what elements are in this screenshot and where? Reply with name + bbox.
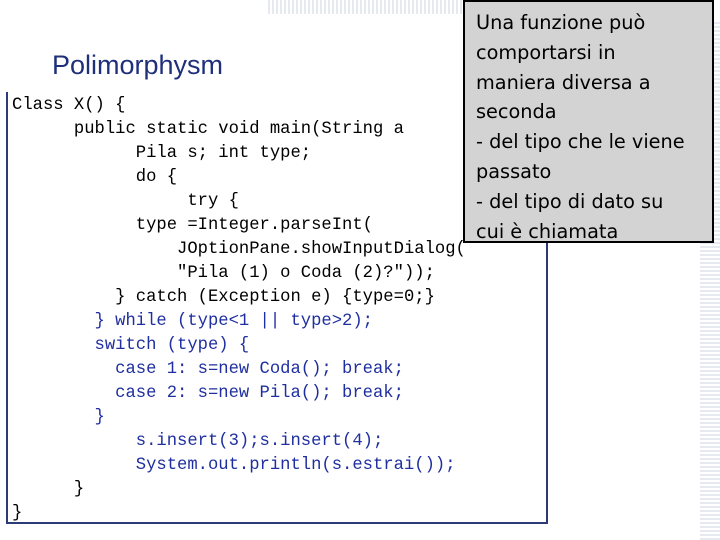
code-line: switch (type) { — [12, 336, 250, 355]
code-line: } — [12, 408, 105, 427]
code-line: } — [12, 504, 23, 523]
code-line: Pila s; int type; — [12, 144, 312, 163]
callout-line: passato — [476, 159, 552, 183]
code-line: "Pila (1) o Coda (2)?")); — [12, 264, 435, 283]
code-line: try { — [12, 192, 239, 211]
code-line: JOptionPane.showInputDialog( — [12, 240, 466, 259]
code-line: Class X() { — [12, 96, 126, 115]
code-line: case 1: s=new Coda(); break; — [12, 360, 404, 379]
code-line: do { — [12, 168, 178, 187]
code-line: type =Integer.parseInt( — [12, 216, 373, 235]
callout-line: - del tipo che le viene — [476, 130, 685, 154]
callout-line: cui è chiamata — [476, 219, 619, 243]
callout-box: Una funzione può comportarsi in maniera … — [463, 0, 714, 243]
code-line: } catch (Exception e) {type=0;} — [12, 288, 435, 307]
callout-line: comportarsi in — [476, 40, 616, 64]
code-line: } — [12, 480, 85, 499]
code-line: s.insert(3);s.insert(4); — [12, 432, 384, 451]
callout-line: maniera diversa a — [476, 70, 651, 94]
code-line: } while (type<1 || type>2); — [12, 312, 374, 331]
code-line: System.out.println(s.estrai()); — [12, 456, 456, 475]
corner-decoration — [268, 0, 480, 14]
code-line: case 2: s=new Pila(); break; — [12, 384, 404, 403]
callout-line: - del tipo di dato su — [476, 189, 664, 213]
callout-line: seconda — [476, 100, 557, 124]
callout-line: Una funzione può — [476, 11, 646, 34]
code-block: Class X() { public static void main(Stri… — [12, 94, 466, 526]
slide-title: Polimorphysm — [52, 50, 224, 80]
code-line: public static void main(String a — [12, 120, 404, 139]
